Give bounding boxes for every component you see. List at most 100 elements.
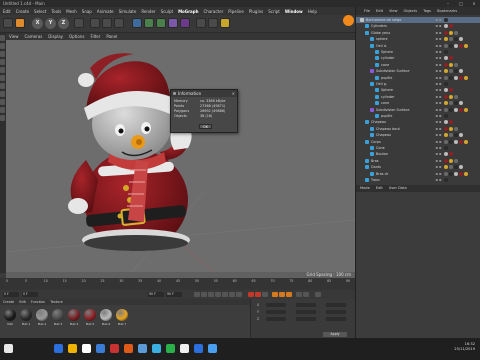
material-tag-icon[interactable] bbox=[454, 158, 458, 163]
material-tag-icon[interactable] bbox=[449, 152, 453, 157]
object-menu-objects[interactable]: Objects bbox=[404, 7, 418, 15]
taskbar-app-icon[interactable] bbox=[138, 344, 147, 353]
menu-item-mograph[interactable]: MoGraph bbox=[178, 9, 198, 14]
object-row[interactable]: Chapeau bbox=[356, 119, 480, 125]
material-tag-icon[interactable] bbox=[449, 69, 453, 74]
menu-item-pipeline[interactable]: Pipeline bbox=[228, 9, 244, 14]
material-tag-icon[interactable] bbox=[449, 158, 453, 163]
visibility-dots[interactable] bbox=[435, 82, 442, 86]
material-tag-icon[interactable] bbox=[459, 69, 463, 74]
visibility-dots[interactable] bbox=[435, 101, 442, 106]
material-tag-icon[interactable] bbox=[454, 101, 458, 106]
live-selection-icon[interactable] bbox=[15, 18, 25, 28]
material-tag-icon[interactable] bbox=[459, 171, 463, 176]
object-row[interactable]: Bouton bbox=[356, 151, 480, 157]
material-tag-icon[interactable] bbox=[454, 165, 458, 170]
visibility-dots[interactable] bbox=[435, 30, 442, 35]
visibility-dots[interactable] bbox=[435, 178, 442, 182]
dialog-close-icon[interactable]: × bbox=[232, 90, 235, 97]
material-tag-icon[interactable] bbox=[444, 152, 448, 157]
attribute-menu-user-data[interactable]: User Data bbox=[389, 185, 407, 192]
attribute-menu-mode[interactable]: Mode bbox=[360, 185, 370, 192]
object-row[interactable]: Cylinders bbox=[356, 23, 480, 29]
object-menu-bookmarks[interactable]: Bookmarks bbox=[437, 7, 457, 15]
visibility-dots[interactable] bbox=[435, 165, 442, 170]
object-row[interactable]: pupille bbox=[356, 75, 480, 81]
coord-field[interactable] bbox=[266, 303, 286, 307]
material-tag-icon[interactable] bbox=[464, 75, 468, 80]
material-tag-icon[interactable] bbox=[449, 37, 453, 42]
object-row[interactable]: Sphere bbox=[356, 87, 480, 93]
material-swatch[interactable]: Mat.6 bbox=[99, 309, 113, 326]
material-tag-icon[interactable] bbox=[444, 120, 448, 125]
material-tag-icon[interactable] bbox=[444, 62, 448, 67]
material-tag-icon[interactable] bbox=[449, 133, 453, 138]
menu-item-animate[interactable]: Animate bbox=[97, 9, 114, 14]
model-mode-icon[interactable] bbox=[0, 43, 5, 49]
material-tag-icon[interactable] bbox=[444, 178, 448, 182]
visibility-dots[interactable] bbox=[435, 120, 442, 125]
material-tag-icon[interactable] bbox=[449, 165, 453, 170]
material-tag-icon[interactable] bbox=[459, 133, 463, 138]
timeline-options-icon[interactable] bbox=[315, 292, 321, 297]
material-swatch[interactable]: Mat.5 bbox=[83, 309, 97, 326]
material-tag-icon[interactable] bbox=[449, 56, 453, 61]
material-tag-icon[interactable] bbox=[464, 171, 468, 176]
material-tag-icon[interactable] bbox=[444, 101, 448, 106]
material-tag-icon[interactable] bbox=[454, 139, 458, 144]
undo-icon[interactable] bbox=[3, 18, 13, 28]
material-tag-icon[interactable] bbox=[459, 37, 463, 42]
go-to-end-icon[interactable] bbox=[236, 292, 242, 297]
material-tag-icon[interactable] bbox=[449, 107, 453, 112]
material-tag-icon[interactable] bbox=[464, 139, 468, 144]
point-level-key-icon[interactable] bbox=[303, 292, 309, 297]
enable-axis-icon[interactable] bbox=[0, 91, 5, 97]
menu-item-snap[interactable]: Snap bbox=[82, 9, 92, 14]
camera-icon[interactable] bbox=[208, 18, 218, 28]
material-tag-icon[interactable] bbox=[444, 18, 448, 22]
visibility-dots[interactable] bbox=[435, 43, 442, 48]
object-row[interactable]: Chapeau bout bbox=[356, 126, 480, 132]
menu-item-tools[interactable]: Tools bbox=[51, 9, 61, 14]
object-row[interactable]: Globe yeux bbox=[356, 30, 480, 36]
object-row[interactable]: Tronc bbox=[356, 177, 480, 183]
object-row[interactable]: Cone bbox=[356, 145, 480, 151]
frame-start-field[interactable]: 0 F bbox=[3, 292, 19, 297]
coord-field[interactable] bbox=[296, 303, 316, 307]
array-icon[interactable] bbox=[168, 18, 178, 28]
next-key-icon[interactable] bbox=[229, 292, 235, 297]
preview-end-field[interactable]: 90 F bbox=[166, 292, 182, 297]
coord-field[interactable] bbox=[296, 310, 316, 314]
visibility-dots[interactable] bbox=[435, 50, 442, 54]
viewport-menu-cameras[interactable]: Cameras bbox=[25, 33, 43, 40]
visibility-dots[interactable] bbox=[435, 56, 442, 61]
previous-frame-icon[interactable] bbox=[208, 292, 214, 297]
visibility-dots[interactable] bbox=[435, 114, 442, 118]
frame-end-field[interactable]: 90 F bbox=[148, 292, 164, 297]
object-row[interactable]: cylinder bbox=[356, 55, 480, 61]
material-tag-icon[interactable] bbox=[444, 24, 448, 29]
object-row[interactable]: cone bbox=[356, 62, 480, 68]
material-tag-icon[interactable] bbox=[444, 37, 448, 42]
visibility-dots[interactable] bbox=[435, 171, 442, 176]
material-tag-icon[interactable] bbox=[459, 107, 463, 112]
material-tag-icon[interactable] bbox=[454, 62, 458, 67]
material-tag-icon[interactable] bbox=[444, 171, 448, 176]
material-tag-icon[interactable] bbox=[449, 126, 453, 131]
taskbar-app-icon[interactable] bbox=[194, 344, 203, 353]
material-swatch[interactable]: Mat.3 bbox=[51, 309, 65, 326]
material-tag-icon[interactable] bbox=[444, 133, 448, 138]
material-tag-icon[interactable] bbox=[449, 24, 453, 29]
material-swatch[interactable]: Mat.1 bbox=[19, 309, 33, 326]
visibility-dots[interactable] bbox=[435, 88, 442, 93]
taskbar-app-icon[interactable] bbox=[208, 344, 217, 353]
material-tag-icon[interactable] bbox=[444, 146, 448, 150]
visibility-dots[interactable] bbox=[435, 18, 442, 22]
play-icon[interactable] bbox=[215, 292, 221, 297]
render-settings-icon[interactable] bbox=[114, 18, 124, 28]
workplane-icon[interactable] bbox=[0, 59, 5, 65]
start-menu-icon[interactable] bbox=[4, 344, 13, 353]
render-picture-viewer-icon[interactable] bbox=[102, 18, 112, 28]
object-row[interactable]: Sphere bbox=[356, 49, 480, 55]
perspective-viewport[interactable] bbox=[6, 40, 355, 278]
